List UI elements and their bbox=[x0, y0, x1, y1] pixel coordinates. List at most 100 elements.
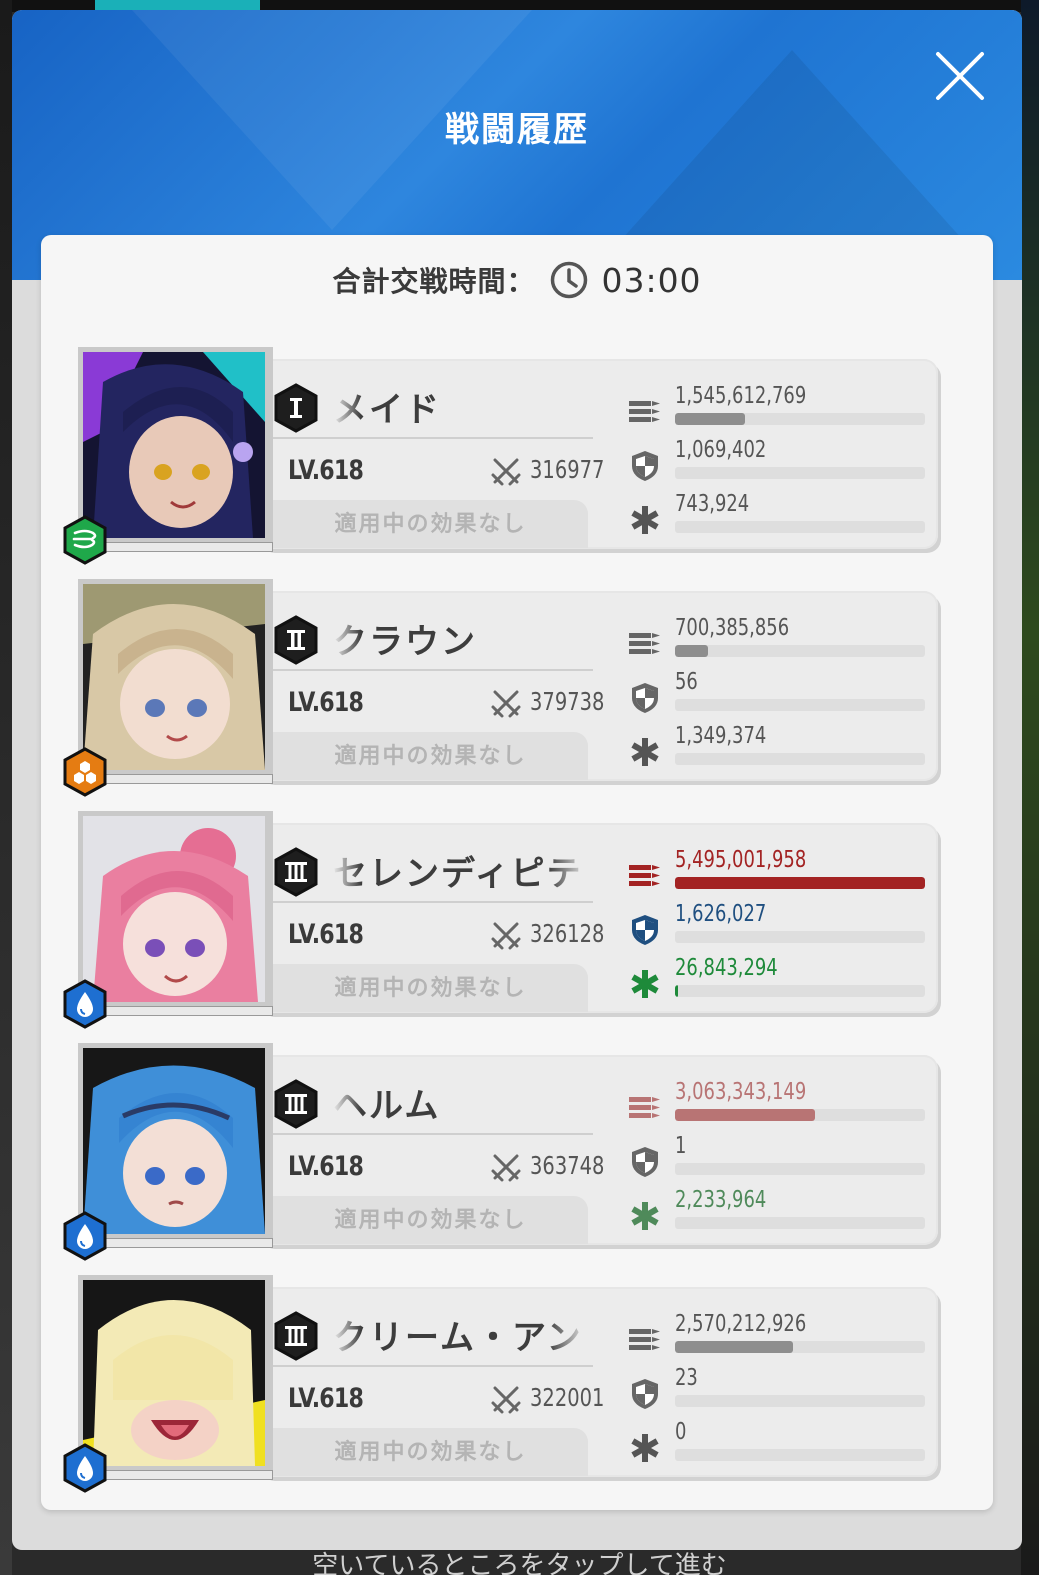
damage-taken-stat: 1,069,402 bbox=[628, 437, 948, 493]
damage-dealt-bar bbox=[675, 1341, 793, 1353]
combat-power: 363748 bbox=[530, 1151, 605, 1180]
heal-stat: 743,924 bbox=[628, 491, 948, 547]
divider bbox=[273, 1133, 593, 1135]
damage-taken-stat: 56 bbox=[628, 669, 948, 725]
burst-III-icon bbox=[274, 1311, 318, 1361]
battle-history-list: 合計交戦時間： 03:00 メイド LV.618 316977 適用中の効果なし bbox=[41, 235, 993, 1510]
character-level: LV.618 bbox=[288, 687, 364, 718]
close-icon[interactable] bbox=[932, 48, 988, 104]
character-name: セレンディピティ bbox=[333, 855, 583, 892]
heal-value: 2,233,964 bbox=[675, 1187, 767, 1213]
burst-III-icon bbox=[274, 847, 318, 897]
damage-dealt-stat: 2,570,212,926 bbox=[628, 1311, 948, 1367]
total-time-value: 03:00 bbox=[601, 260, 702, 300]
battle-history-modal: 戦闘履歴 合計交戦時間： 03:00 メイド LV.618 316977 適用中… bbox=[12, 10, 1022, 1550]
damage-dealt-value: 3,063,343,149 bbox=[675, 1079, 807, 1105]
heal-value: 26,843,294 bbox=[675, 955, 778, 981]
damage-dealt-stat: 5,495,001,958 bbox=[628, 847, 948, 903]
heal-value: 1,349,374 bbox=[675, 723, 767, 749]
divider bbox=[273, 437, 593, 439]
total-time-label: 合計交戦時間： bbox=[332, 266, 536, 297]
total-battle-time: 合計交戦時間： 03:00 bbox=[41, 255, 993, 305]
heal-icon bbox=[631, 970, 659, 998]
power-icon bbox=[491, 1386, 521, 1414]
character-row: クラウン LV.618 379738 適用中の効果なし 700,385,856 … bbox=[63, 579, 953, 797]
effect-status: 適用中の効果なし bbox=[273, 1196, 588, 1244]
effect-status: 適用中の効果なし bbox=[273, 964, 588, 1012]
effect-status: 適用中の効果なし bbox=[273, 500, 588, 548]
damage-dealt-stat: 3,063,343,149 bbox=[628, 1079, 948, 1135]
character-level: LV.618 bbox=[288, 455, 364, 486]
damage-taken-value: 1 bbox=[675, 1133, 687, 1159]
background-right bbox=[1021, 0, 1039, 1575]
character-name: クリーム・アンド・ bbox=[333, 1319, 583, 1356]
combat-power: 326128 bbox=[530, 919, 605, 948]
damage-taken-value: 1,069,402 bbox=[675, 437, 767, 463]
power-icon bbox=[491, 458, 521, 486]
water-element-icon bbox=[63, 1211, 107, 1261]
damage-dealt-bar bbox=[675, 645, 708, 657]
damage-taken-value: 1,626,027 bbox=[675, 901, 767, 927]
bullets-icon bbox=[629, 865, 660, 886]
damage-dealt-bar bbox=[675, 1109, 815, 1121]
combat-power: 322001 bbox=[530, 1383, 605, 1412]
power-icon bbox=[491, 922, 521, 950]
damage-dealt-stat: 1,545,612,769 bbox=[628, 383, 948, 439]
heal-stat: 1,349,374 bbox=[628, 723, 948, 779]
clock-icon bbox=[551, 261, 588, 299]
damage-taken-stat: 1 bbox=[628, 1133, 948, 1189]
effect-status: 適用中の効果なし bbox=[273, 732, 588, 780]
character-name: メイド bbox=[333, 391, 441, 428]
character-level: LV.618 bbox=[288, 919, 364, 950]
bullets-icon bbox=[629, 1097, 660, 1118]
shield-icon bbox=[632, 683, 658, 713]
damage-taken-value: 56 bbox=[675, 669, 698, 695]
shield-icon bbox=[632, 451, 658, 481]
power-icon bbox=[491, 690, 521, 718]
bullets-icon bbox=[629, 1329, 660, 1350]
background-left bbox=[0, 0, 12, 1575]
heal-icon bbox=[631, 1202, 659, 1230]
wind-element-icon bbox=[63, 515, 107, 565]
damage-taken-stat: 1,626,027 bbox=[628, 901, 948, 957]
burst-I-icon bbox=[274, 383, 318, 433]
burst-II-icon bbox=[274, 615, 318, 665]
combat-power: 379738 bbox=[530, 687, 605, 716]
damage-dealt-stat: 700,385,856 bbox=[628, 615, 948, 671]
heal-value: 743,924 bbox=[675, 491, 750, 517]
damage-dealt-value: 5,495,001,958 bbox=[675, 847, 807, 873]
damage-dealt-bar bbox=[675, 413, 745, 425]
heal-icon bbox=[631, 506, 659, 534]
heal-bar bbox=[675, 985, 678, 997]
divider bbox=[273, 669, 593, 671]
combat-power: 316977 bbox=[530, 455, 605, 484]
damage-dealt-bar bbox=[675, 877, 925, 889]
character-row: ヘルム LV.618 363748 適用中の効果なし 3,063,343,149… bbox=[63, 1043, 953, 1261]
heal-value: 0 bbox=[675, 1419, 687, 1445]
character-row: セレンディピティ LV.618 326128 適用中の効果なし 5,495,00… bbox=[63, 811, 953, 1029]
character-level: LV.618 bbox=[288, 1151, 364, 1182]
character-row: メイド LV.618 316977 適用中の効果なし 1,545,612,769… bbox=[63, 347, 953, 565]
character-row: クリーム・アンド・ LV.618 322001 適用中の効果なし 2,570,2… bbox=[63, 1275, 953, 1493]
damage-taken-stat: 23 bbox=[628, 1365, 948, 1421]
burst-III-icon bbox=[274, 1079, 318, 1129]
divider bbox=[273, 1365, 593, 1367]
damage-dealt-value: 700,385,856 bbox=[675, 615, 790, 641]
power-icon bbox=[491, 1154, 521, 1182]
water-element-icon bbox=[63, 979, 107, 1029]
modal-title: 戦闘履歴 bbox=[445, 111, 589, 149]
bullets-icon bbox=[629, 633, 660, 654]
effect-status: 適用中の効果なし bbox=[273, 1428, 588, 1476]
damage-taken-value: 23 bbox=[675, 1365, 698, 1391]
shield-icon bbox=[632, 915, 658, 945]
damage-dealt-value: 1,545,612,769 bbox=[675, 383, 807, 409]
water-element-icon bbox=[63, 1443, 107, 1493]
iron-element-icon bbox=[63, 747, 107, 797]
heal-icon bbox=[631, 738, 659, 766]
character-name: クラウン bbox=[333, 623, 477, 660]
heal-stat: 2,233,964 bbox=[628, 1187, 948, 1243]
shield-icon bbox=[632, 1147, 658, 1177]
heal-stat: 0 bbox=[628, 1419, 948, 1475]
heal-icon bbox=[631, 1434, 659, 1462]
heal-stat: 26,843,294 bbox=[628, 955, 948, 1011]
